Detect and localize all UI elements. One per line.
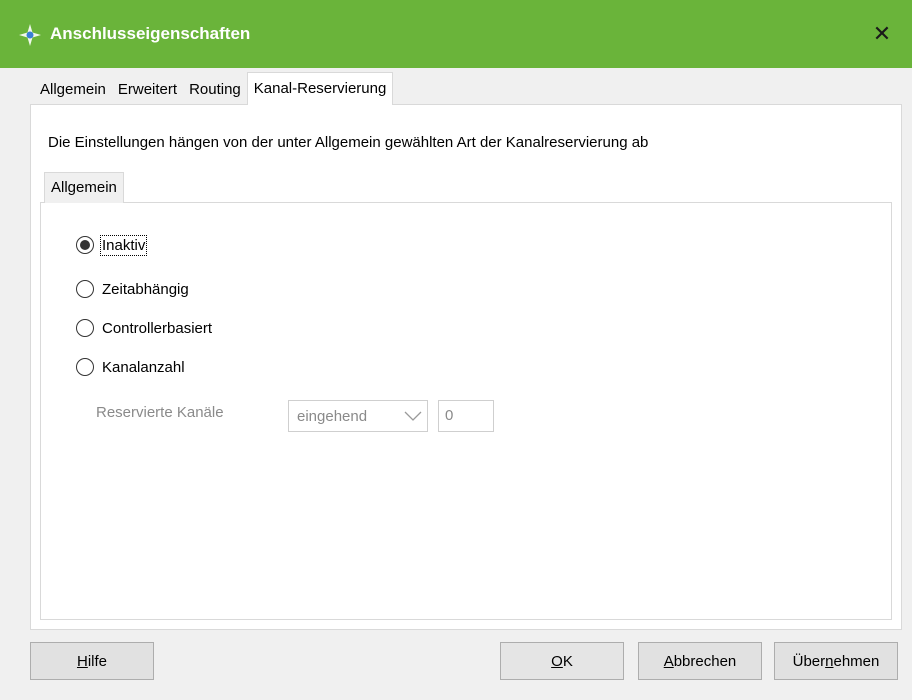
radio-label: Zeitabhängig (102, 280, 189, 298)
radio-controllerbasiert[interactable]: Controllerbasiert (76, 317, 212, 339)
radio-label: Inaktiv (99, 234, 148, 256)
ok-button[interactable]: OK (500, 642, 624, 680)
radio-circle (76, 319, 94, 337)
radio-circle (76, 280, 94, 298)
reserved-channels-label: Reservierte Kanäle (96, 404, 224, 421)
help-button[interactable]: Hilfe (30, 642, 154, 680)
tab-routing[interactable]: Routing (183, 74, 247, 104)
description-text: Die Einstellungen hängen von der unter A… (48, 134, 649, 151)
tab-strip: Allgemein Erweitert Routing Kanal-Reserv… (34, 72, 394, 105)
cancel-label-rest: bbrechen (673, 652, 737, 670)
channel-count-field[interactable]: 0 (438, 400, 494, 432)
chevron-down-icon (404, 411, 422, 421)
help-label-rest: ilfe (87, 652, 108, 670)
ok-mnemonic: O (551, 652, 563, 670)
radio-zeitabhaengig[interactable]: Zeitabhängig (76, 278, 189, 300)
radio-circle (76, 236, 94, 254)
radio-selected-dot (80, 240, 90, 250)
radio-label: Kanalanzahl (102, 358, 185, 376)
radio-circle (76, 358, 94, 376)
radio-inaktiv[interactable]: Inaktiv (76, 234, 148, 256)
radio-label: Controllerbasiert (102, 319, 213, 337)
apply-button[interactable]: Über n ehmen (774, 642, 898, 680)
direction-value: eingehend (297, 407, 368, 425)
cancel-button[interactable]: Abbrechen (638, 642, 762, 680)
ok-label-rest: K (562, 652, 573, 670)
close-button[interactable]: ✕ (852, 0, 912, 68)
app-icon (19, 24, 41, 46)
window-title: Anschlusseigenschaften (50, 24, 251, 43)
help-mnemonic: H (76, 652, 88, 670)
subtab-allgemein[interactable]: Allgemein (44, 172, 124, 203)
apply-label-pre: Über (792, 652, 826, 670)
tab-allgemein[interactable]: Allgemein (34, 74, 112, 104)
direction-dropdown[interactable]: eingehend (288, 400, 428, 432)
apply-mnemonic: n (825, 652, 834, 670)
tab-kanal-reservierung[interactable]: Kanal-Reservierung (246, 72, 394, 105)
radio-kanalanzahl[interactable]: Kanalanzahl (76, 356, 185, 378)
tab-erweitert[interactable]: Erweitert (112, 74, 183, 104)
cancel-mnemonic: A (663, 652, 674, 670)
title-bar: Anschlusseigenschaften ✕ (0, 0, 912, 68)
apply-label-rest: ehmen (833, 652, 880, 670)
